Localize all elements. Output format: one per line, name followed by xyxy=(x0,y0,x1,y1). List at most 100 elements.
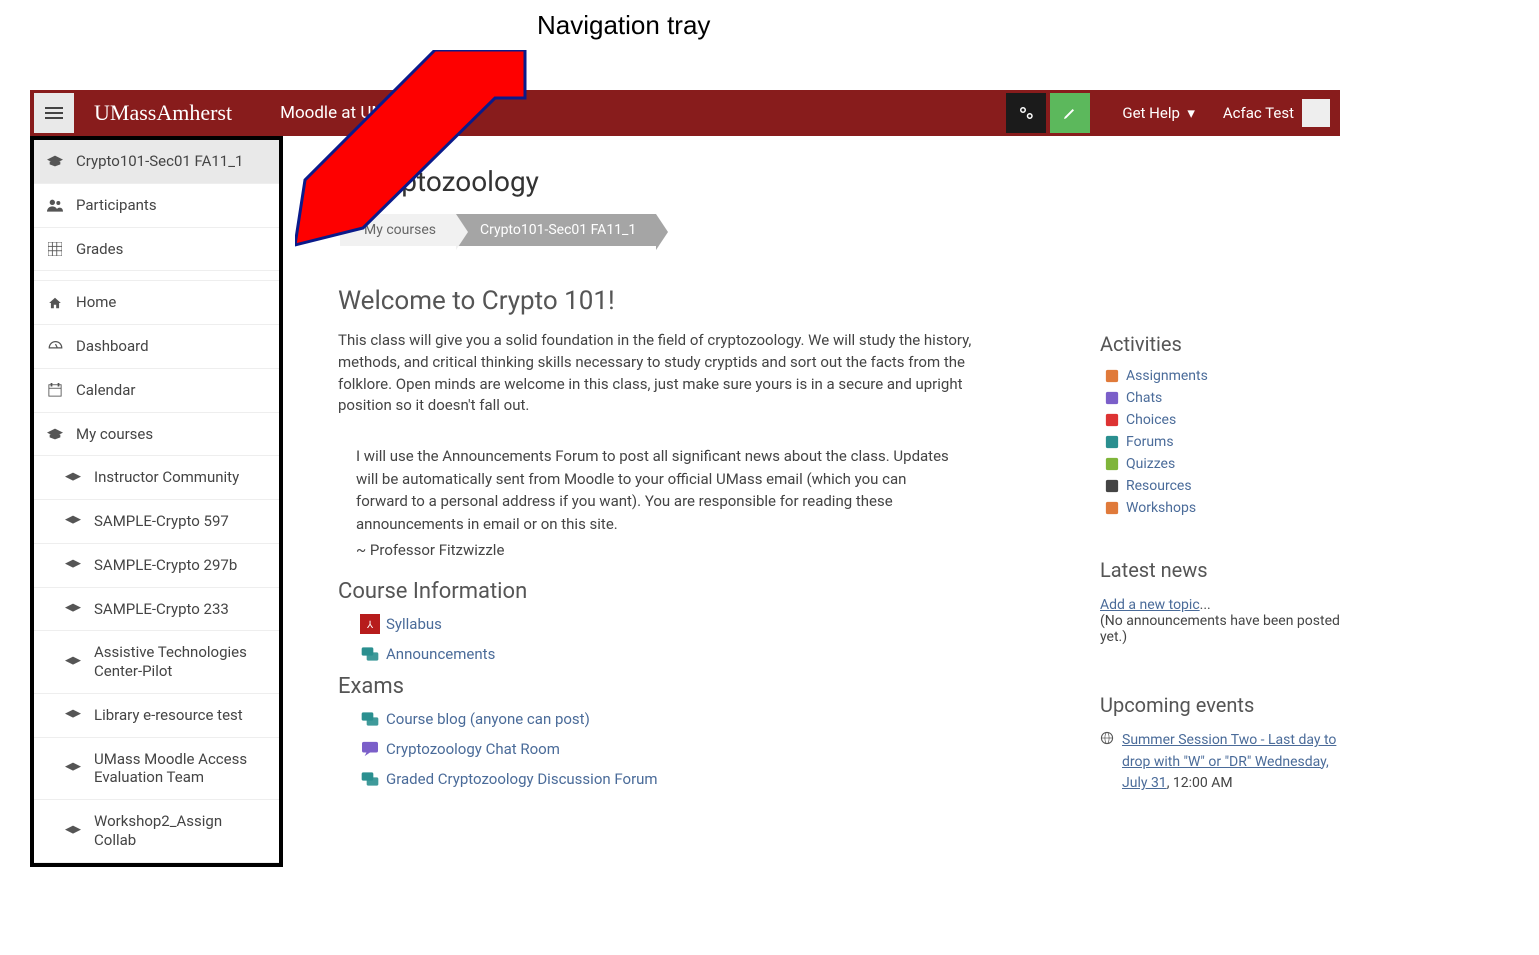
nav-toggle-button[interactable] xyxy=(34,93,74,133)
nav-item-umass-access-eval[interactable]: UMass Moodle Access Evaluation Team xyxy=(34,738,279,801)
forum-icon xyxy=(360,769,380,789)
pdf-icon: ⅄ xyxy=(360,614,380,634)
nav-item-participants[interactable]: Participants xyxy=(34,184,279,228)
intro-text: This class will give you a solid foundat… xyxy=(338,330,998,417)
nav-item-home[interactable]: Home xyxy=(34,281,279,325)
resource-course-blog[interactable]: Course blog (anyone can post) xyxy=(360,709,1060,729)
activity-icon xyxy=(1104,412,1120,428)
graduation-cap-icon xyxy=(64,513,82,529)
resource-label: Cryptozoology Chat Room xyxy=(386,740,560,758)
edit-mode-button[interactable] xyxy=(1050,93,1090,133)
graduation-cap-icon xyxy=(46,153,64,169)
activity-label: Forums xyxy=(1126,434,1174,450)
news-empty: (No announcements have been posted yet.) xyxy=(1100,613,1340,645)
nav-item-dashboard[interactable]: Dashboard xyxy=(34,325,279,369)
nav-label: Home xyxy=(76,293,116,312)
nav-label: Assistive Technologies Center-Pilot xyxy=(94,643,267,681)
activity-link-assignments[interactable]: Assignments xyxy=(1104,368,1340,384)
chat-icon xyxy=(360,739,380,759)
activity-label: Resources xyxy=(1126,478,1192,494)
upcoming-events-title: Upcoming events xyxy=(1100,693,1340,717)
nav-label: Instructor Community xyxy=(94,468,239,487)
graduation-cap-icon xyxy=(64,654,82,670)
graduation-cap-icon xyxy=(64,707,82,723)
admin-cogs-button[interactable] xyxy=(1006,93,1046,133)
activity-link-resources[interactable]: Resources xyxy=(1104,478,1340,494)
nav-item-sample-297b[interactable]: SAMPLE-Crypto 297b xyxy=(34,544,279,588)
nav-label: Dashboard xyxy=(76,337,149,356)
welcome-heading: Welcome to Crypto 101! xyxy=(338,286,1060,316)
nav-item-grades[interactable]: Grades xyxy=(34,228,279,272)
ellipsis: ... xyxy=(1200,597,1211,613)
resource-chat-room[interactable]: Cryptozoology Chat Room xyxy=(360,739,1060,759)
navigation-tray: Crypto101-Sec01 FA11_1 Participants Grad… xyxy=(30,136,283,867)
resource-label: Announcements xyxy=(386,645,495,663)
get-help-menu[interactable]: Get Help ▾ xyxy=(1122,104,1195,122)
nav-label: My courses xyxy=(76,425,153,444)
activity-link-choices[interactable]: Choices xyxy=(1104,412,1340,428)
home-icon xyxy=(46,295,64,311)
activity-label: Workshops xyxy=(1126,500,1196,516)
graduation-cap-icon xyxy=(64,601,82,617)
resource-label: Graded Cryptozoology Discussion Forum xyxy=(386,770,658,788)
topbar: UMassAmherst Moodle at UMass Get Help ▾ … xyxy=(30,90,1340,136)
annotation-label: Navigation tray xyxy=(537,10,710,41)
graduation-cap-icon xyxy=(64,823,82,839)
right-column: Activities AssignmentsChatsChoicesForums… xyxy=(1100,332,1340,794)
activity-link-forums[interactable]: Forums xyxy=(1104,434,1340,450)
activity-label: Quizzes xyxy=(1126,456,1175,472)
globe-icon xyxy=(1100,731,1114,745)
graduation-cap-icon xyxy=(46,426,64,442)
add-topic-link[interactable]: Add a new topic xyxy=(1100,597,1200,613)
activity-link-quizzes[interactable]: Quizzes xyxy=(1104,456,1340,472)
activity-icon xyxy=(1104,456,1120,472)
activity-icon xyxy=(1104,500,1120,516)
avatar[interactable] xyxy=(1302,99,1330,127)
brand-logo[interactable]: UMassAmherst xyxy=(94,100,232,126)
nav-item-assistive-tech[interactable]: Assistive Technologies Center-Pilot xyxy=(34,631,279,694)
edit-icon xyxy=(1062,105,1078,121)
nav-item-sample-597[interactable]: SAMPLE-Crypto 597 xyxy=(34,500,279,544)
forum-icon xyxy=(360,709,380,729)
nav-label: Participants xyxy=(76,196,157,215)
activity-link-workshops[interactable]: Workshops xyxy=(1104,500,1340,516)
resource-syllabus[interactable]: ⅄ Syllabus xyxy=(360,614,1060,634)
announcement-note: I will use the Announcements Forum to po… xyxy=(356,445,956,535)
nav-item-workshop2[interactable]: Workshop2_Assign Collab xyxy=(34,800,279,863)
activity-link-chats[interactable]: Chats xyxy=(1104,390,1340,406)
activity-icon xyxy=(1104,478,1120,494)
nav-item-library-eresource[interactable]: Library e-resource test xyxy=(34,694,279,738)
gauge-icon xyxy=(46,338,64,354)
nav-item-sample-233[interactable]: SAMPLE-Crypto 233 xyxy=(34,588,279,632)
activity-icon xyxy=(1104,390,1120,406)
grid-icon xyxy=(46,241,64,257)
activity-label: Chats xyxy=(1126,390,1162,406)
calendar-icon xyxy=(46,382,64,398)
latest-news-title: Latest news xyxy=(1100,558,1340,582)
nav-item-calendar[interactable]: Calendar xyxy=(34,369,279,413)
resource-graded-forum[interactable]: Graded Cryptozoology Discussion Forum xyxy=(360,769,1060,789)
annotation-arrow-icon xyxy=(295,50,535,270)
svg-text:⅄: ⅄ xyxy=(366,620,374,631)
nav-label: Crypto101-Sec01 FA11_1 xyxy=(76,152,243,171)
user-menu[interactable]: Acfac Test xyxy=(1223,104,1294,122)
activity-label: Choices xyxy=(1126,412,1176,428)
nav-item-instructor-community[interactable]: Instructor Community xyxy=(34,456,279,500)
forum-icon xyxy=(360,644,380,664)
nav-item-mycourses[interactable]: My courses xyxy=(34,413,279,457)
section-exams: Exams xyxy=(338,674,1060,699)
nav-label: SAMPLE-Crypto 597 xyxy=(94,512,229,531)
nav-label: SAMPLE-Crypto 233 xyxy=(94,600,229,619)
nav-label: Workshop2_Assign Collab xyxy=(94,812,267,850)
signature: ~ Professor Fitzwizzle xyxy=(356,541,1060,559)
users-icon xyxy=(46,197,64,213)
nav-label: Library e-resource test xyxy=(94,706,243,725)
nav-item-course[interactable]: Crypto101-Sec01 FA11_1 xyxy=(34,140,279,184)
resource-announcements[interactable]: Announcements xyxy=(360,644,1060,664)
upcoming-event-time: , 12:00 AM xyxy=(1167,775,1233,791)
resource-label: Course blog (anyone can post) xyxy=(386,710,590,728)
graduation-cap-icon xyxy=(64,470,82,486)
graduation-cap-icon xyxy=(64,557,82,573)
activity-icon xyxy=(1104,434,1120,450)
nav-label: Calendar xyxy=(76,381,136,400)
